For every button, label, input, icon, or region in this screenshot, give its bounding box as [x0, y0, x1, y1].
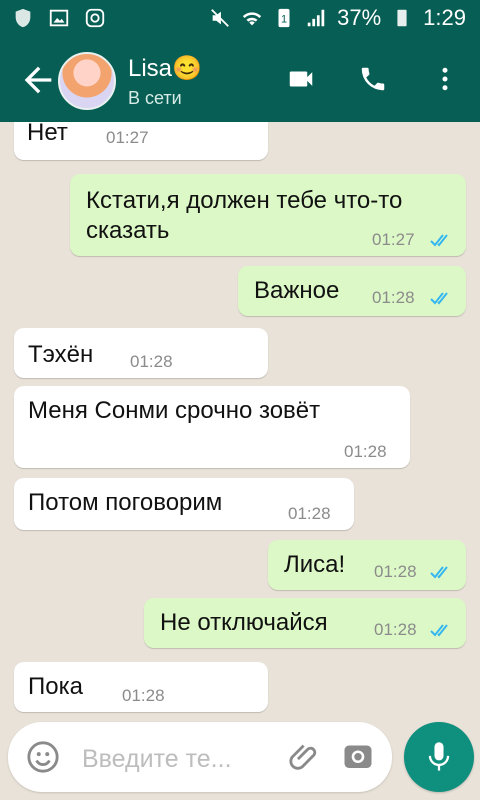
- emoji-icon[interactable]: [26, 740, 60, 774]
- message-bubble-outgoing: Кстати,я должен тебе что-то сказать 01:2…: [70, 174, 466, 256]
- video-call-icon[interactable]: [286, 64, 316, 94]
- message-text: Лиса!: [284, 551, 346, 578]
- signal-icon: [307, 9, 325, 27]
- message-bubble-incoming: Тэхён 01:28: [14, 328, 268, 378]
- message-text: Нет: [27, 122, 68, 146]
- read-ticks-icon: [430, 566, 448, 579]
- status-bar: 1 37% 1:29: [0, 0, 480, 38]
- sim-icon: 1: [278, 8, 290, 28]
- chat-area[interactable]: Нет 01:27 Кстати,я должен тебе что-то ск…: [0, 122, 480, 720]
- battery-percent: 37%: [337, 5, 382, 30]
- message-text: Тэхён: [28, 341, 94, 368]
- message-time: 01:28: [344, 442, 387, 461]
- clock: 1:29: [423, 5, 466, 30]
- camera-icon[interactable]: [340, 738, 376, 774]
- message-bubble-incoming: Нет 01:27: [14, 122, 268, 160]
- message-time: 01:28: [372, 288, 415, 307]
- message-input[interactable]: [80, 740, 284, 778]
- battery-icon: [397, 9, 407, 27]
- contact-name[interactable]: Lisa😊: [128, 54, 202, 83]
- message-time: 01:27: [372, 230, 415, 249]
- voice-message-button[interactable]: [404, 722, 474, 792]
- message-text: Меня Сонми срочно зовёт: [28, 397, 321, 424]
- message-text: Важное: [254, 277, 340, 304]
- message-time: 01:27: [106, 128, 149, 147]
- message-time: 01:28: [122, 686, 165, 705]
- mute-icon: [211, 9, 230, 27]
- message-bubble-incoming: Потом поговорим 01:28: [14, 478, 354, 530]
- svg-text:1: 1: [281, 14, 287, 26]
- attach-icon[interactable]: [288, 740, 322, 774]
- message-composer: [8, 722, 392, 792]
- message-text: Пока: [28, 673, 83, 700]
- avatar[interactable]: [58, 52, 116, 110]
- message-time: 01:28: [288, 504, 331, 523]
- contact-status: В сети: [128, 88, 182, 108]
- message-time: 01:28: [374, 620, 417, 639]
- message-text: Потом поговорим: [28, 489, 223, 516]
- chat-header: Lisa😊 В сети: [0, 38, 480, 122]
- message-bubble-incoming: Меня Сонми срочно зовёт 01:28: [14, 386, 410, 468]
- read-ticks-icon: [430, 292, 448, 305]
- wifi-icon: [242, 12, 262, 26]
- message-bubble-outgoing: Лиса! 01:28: [268, 540, 466, 590]
- instagram-icon: [85, 8, 105, 28]
- message-text: Не отключайся: [160, 609, 328, 636]
- voice-call-icon[interactable]: [358, 64, 388, 94]
- read-ticks-icon: [430, 624, 448, 637]
- shield-icon: [15, 8, 31, 28]
- message-bubble-outgoing: Не отключайся 01:28: [144, 598, 466, 648]
- image-icon: [49, 9, 69, 27]
- message-time: 01:28: [374, 562, 417, 581]
- message-bubble-incoming: Пока 01:28: [14, 662, 268, 712]
- read-ticks-icon: [430, 234, 448, 247]
- message-bubble-outgoing: Важное 01:28: [238, 266, 466, 316]
- microphone-icon: [428, 742, 450, 771]
- back-arrow-icon[interactable]: [18, 60, 58, 100]
- more-options-icon[interactable]: [430, 64, 460, 94]
- message-time: 01:28: [130, 352, 173, 371]
